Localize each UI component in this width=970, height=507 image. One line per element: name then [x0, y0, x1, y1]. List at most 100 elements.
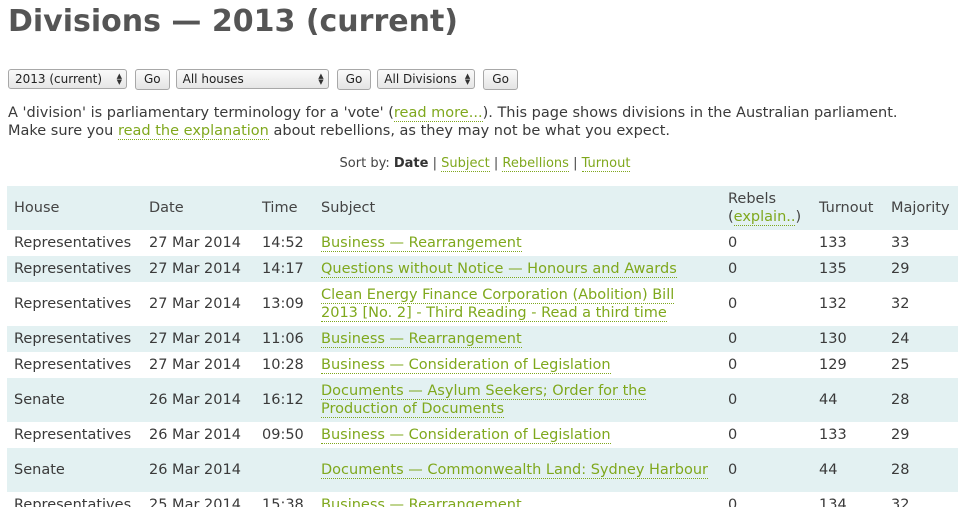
table-row: Representatives 27 Mar 2014 14:17 Questi… [7, 256, 958, 282]
table-row: Representatives 27 Mar 2014 11:06 Busine… [7, 326, 958, 352]
page-title: Divisions — 2013 (current) [8, 4, 459, 39]
filter-bar: 2013 (current) ▲ ▼ Go All houses ▲ ▼ Go Al… [8, 68, 524, 90]
cell-date: 27 Mar 2014 [149, 331, 241, 347]
cell-time: 15:38 [262, 497, 304, 507]
period-select[interactable]: 2013 (current) ▲ ▼ [8, 69, 127, 89]
header-time: Time [262, 200, 298, 216]
header-turnout: Turnout [819, 200, 874, 216]
rebels-explain-link[interactable]: explain.. [733, 209, 796, 226]
cell-subject: Business — Rearrangement [314, 326, 721, 352]
header-rebels-label: Rebels [728, 191, 777, 207]
intro-text-part: A 'division' is parliamentary terminolog… [8, 105, 394, 121]
cell-date: 25 Mar 2014 [149, 497, 241, 507]
intro-text-part: ). This page shows divisions in the Aust… [482, 105, 898, 121]
cell-turnout: 130 [819, 331, 847, 347]
sort-turnout-link[interactable]: Turnout [581, 156, 631, 172]
divisions-table: House Date Time Subject Rebels (explain..… [7, 186, 958, 507]
subject-link[interactable]: Clean Energy Finance Corporation (Abolit… [321, 287, 675, 322]
header-date: Date [149, 200, 184, 216]
sort-separator: | [573, 156, 578, 171]
divisions-go-button[interactable]: Go [483, 68, 518, 90]
cell-subject: Questions without Notice — Honours and A… [314, 256, 721, 282]
subject-link[interactable]: Business — Consideration of Legislation [321, 427, 611, 444]
cell-majority: 33 [891, 235, 910, 251]
divisions-page: Divisions — 2013 (current) 2013 (current… [0, 0, 970, 507]
read-explanation-link[interactable]: read the explanation [117, 123, 269, 140]
cell-rebels: 0 [728, 331, 738, 347]
cell-time: 10:28 [262, 357, 304, 373]
subject-link[interactable]: Business — Rearrangement [321, 497, 522, 507]
sort-separator: | [432, 156, 437, 171]
cell-majority: 32 [891, 497, 910, 507]
house-select[interactable]: All houses ▲ ▼ [175, 69, 329, 89]
select-arrows-icon: ▲ ▼ [318, 72, 324, 86]
cell-date: 26 Mar 2014 [149, 427, 241, 443]
cell-house: Senate [14, 392, 65, 408]
divisions-select[interactable]: All Divisions ▲ ▼ [377, 69, 476, 89]
cell-time [255, 448, 314, 492]
intro-text-part: Make sure you [8, 123, 118, 139]
cell-rebels: 0 [728, 497, 738, 507]
cell-date: 27 Mar 2014 [149, 261, 241, 277]
cell-time: 09:50 [262, 427, 304, 443]
house-go-button[interactable]: Go [336, 68, 372, 90]
cell-majority: 29 [891, 261, 910, 277]
cell-date: 26 Mar 2014 [149, 392, 241, 408]
cell-turnout: 133 [819, 427, 847, 443]
cell-house: Senate [14, 462, 65, 478]
cell-majority: 24 [891, 331, 910, 347]
sort-rebellions-link[interactable]: Rebellions [502, 156, 569, 172]
subject-link[interactable]: Documents — Asylum Seekers; Order for th… [321, 383, 647, 418]
cell-majority: 32 [891, 296, 910, 312]
table-row: Representatives 27 Mar 2014 14:52 Busine… [7, 230, 958, 256]
intro-text: A 'division' is parliamentary terminolog… [8, 104, 963, 140]
subject-link[interactable]: Questions without Notice — Honours and A… [321, 261, 677, 278]
cell-time: 13:09 [262, 296, 304, 312]
cell-subject: Documents — Commonwealth Land: Sydney Ha… [314, 448, 721, 492]
cell-turnout: 133 [819, 235, 847, 251]
cell-date: 27 Mar 2014 [149, 296, 241, 312]
table-header-row: House Date Time Subject Rebels (explain..… [7, 186, 958, 230]
period-go-button[interactable]: Go [135, 68, 170, 90]
cell-date: 27 Mar 2014 [149, 235, 241, 251]
cell-date: 27 Mar 2014 [149, 357, 241, 373]
cell-house: Representatives [14, 331, 132, 347]
cell-majority: 28 [891, 462, 910, 478]
header-rebels: Rebels (explain..) [728, 191, 802, 226]
cell-house: Representatives [14, 261, 132, 277]
table-row: Representatives 26 Mar 2014 09:50 Busine… [7, 422, 958, 448]
cell-date: 26 Mar 2014 [149, 462, 241, 478]
cell-rebels: 0 [728, 427, 738, 443]
cell-time: 14:52 [262, 235, 304, 251]
cell-turnout: 135 [819, 261, 847, 277]
cell-majority: 29 [891, 427, 910, 443]
cell-subject: Business — Consideration of Legislation [314, 352, 721, 378]
cell-turnout: 132 [819, 296, 847, 312]
cell-subject: Business — Consideration of Legislation [314, 422, 721, 448]
sort-separator: | [493, 156, 499, 171]
cell-rebels: 0 [728, 462, 738, 478]
read-more-link[interactable]: read more... [393, 105, 483, 122]
sort-label: Sort by: [339, 156, 390, 171]
cell-subject: Clean Energy Finance Corporation (Abolit… [314, 282, 721, 326]
cell-time: 14:17 [262, 261, 304, 277]
subject-link[interactable]: Documents — Commonwealth Land: Sydney Ha… [321, 462, 708, 479]
cell-time: 11:06 [262, 331, 304, 347]
house-select-value: All houses [182, 72, 244, 86]
subject-link[interactable]: Business — Rearrangement [321, 235, 522, 252]
cell-house: Representatives [14, 357, 132, 373]
select-arrows-icon: ▲ ▼ [464, 72, 471, 86]
subject-link[interactable]: Business — Rearrangement [321, 331, 522, 348]
cell-rebels: 0 [728, 392, 738, 408]
sort-subject-link[interactable]: Subject [441, 156, 490, 172]
table-row: Representatives 25 Mar 2014 15:38 Busine… [7, 492, 958, 507]
sort-bar: Sort by: Date | Subject | Rebellions | T… [0, 155, 970, 173]
cell-subject: Documents — Asylum Seekers; Order for th… [314, 378, 721, 422]
cell-house: Representatives [14, 427, 132, 443]
cell-subject: Business — Rearrangement [314, 492, 721, 507]
cell-house: Representatives [14, 497, 132, 507]
subject-link[interactable]: Business — Consideration of Legislation [321, 357, 611, 374]
intro-text-part: about rebellions, as they may not be wha… [268, 123, 670, 139]
cell-rebels: 0 [728, 296, 738, 312]
table-row: Representatives 27 Mar 2014 10:28 Busine… [7, 352, 958, 378]
